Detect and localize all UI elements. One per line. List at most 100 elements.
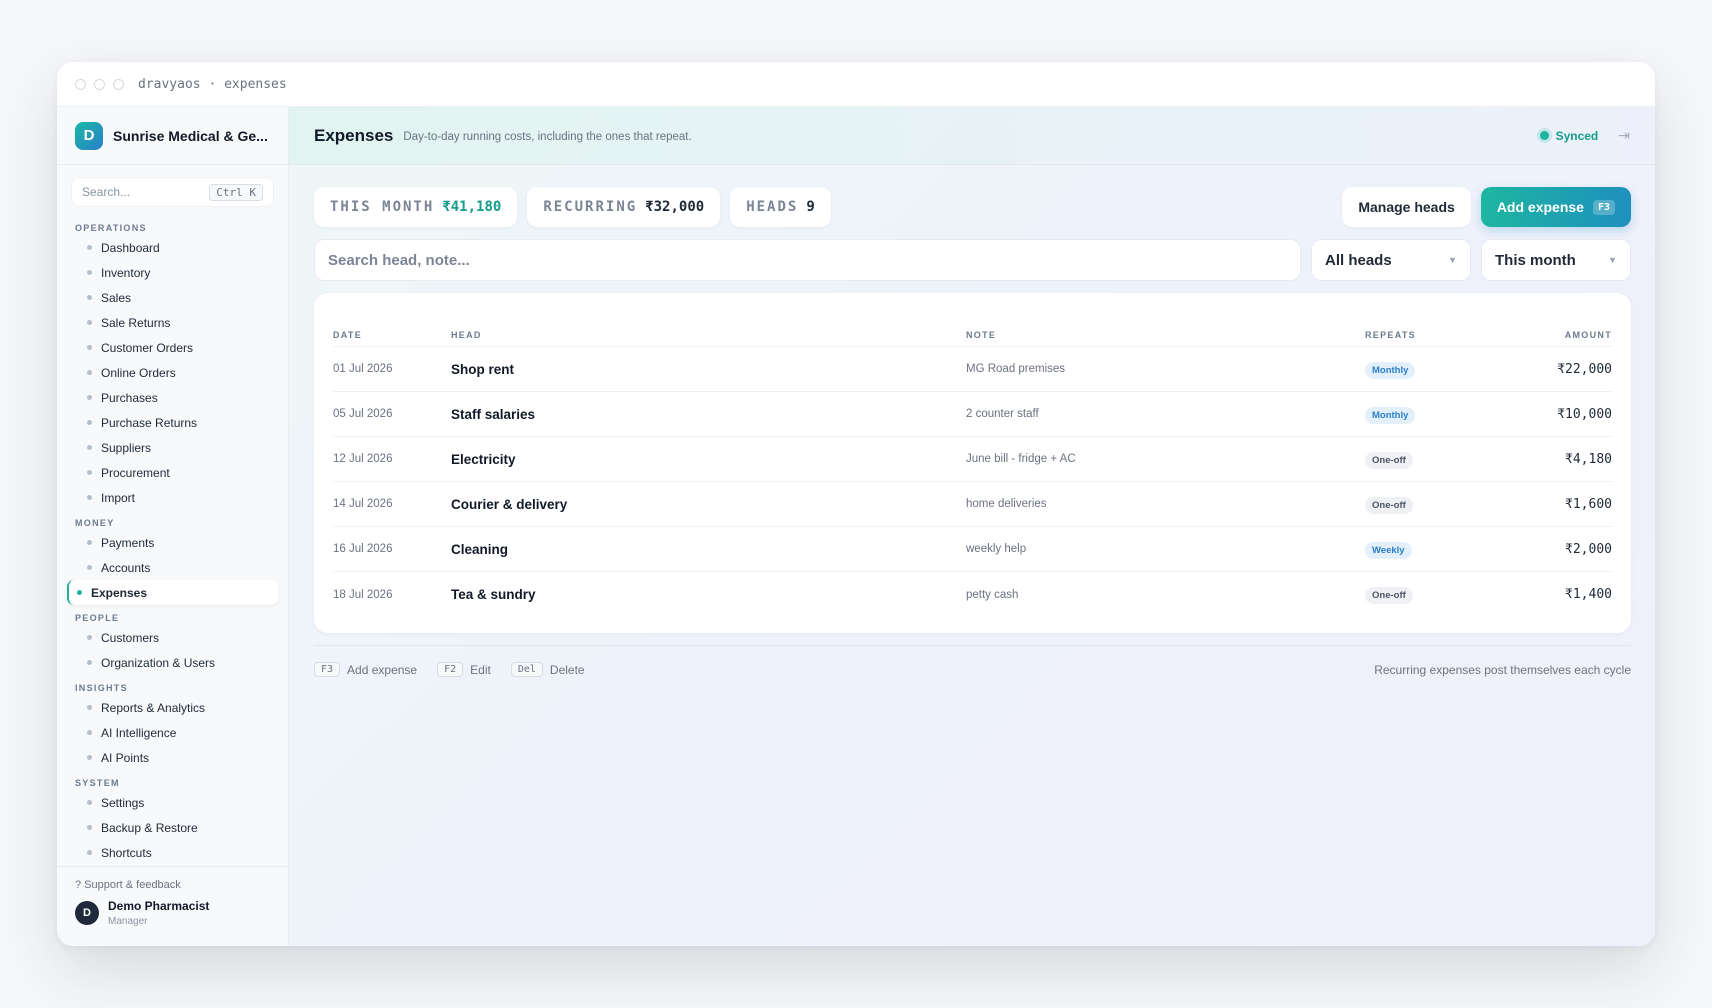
main-content: Expenses Day-to-day running costs, inclu… — [289, 107, 1655, 946]
stat-heads-label: HEADS — [746, 199, 799, 215]
sidebar-item-customers[interactable]: Customers — [67, 625, 278, 650]
expense-note: home deliveries — [966, 498, 1047, 510]
repeats-badge: Weekly — [1365, 541, 1412, 559]
table-row[interactable]: 14 Jul 2026 Courier & delivery home delive… — [333, 482, 1612, 527]
add-expense-button[interactable]: Add expense F3 — [1480, 187, 1631, 227]
expense-date: 14 Jul 2026 — [333, 498, 393, 510]
bullet-icon — [87, 420, 92, 425]
sidebar-item-online-orders[interactable]: Online Orders — [67, 360, 278, 385]
sidebar-item-purchase-returns[interactable]: Purchase Returns — [67, 410, 278, 435]
shortcut-label: Add expense — [347, 662, 418, 677]
column-header-repeats[interactable]: REPEATS — [1365, 330, 1515, 340]
expense-amount: ₹1,400 — [1565, 587, 1612, 602]
repeats-cell: One-off — [1365, 450, 1515, 469]
sidebar-item-label: Procurement — [101, 465, 170, 480]
window-close-dot[interactable] — [75, 78, 86, 90]
stat-this-month-label: THIS MONTH — [330, 199, 435, 215]
shortcut-hint-edit: F2 Edit — [437, 662, 491, 677]
bullet-icon — [87, 660, 92, 665]
user-profile[interactable]: D Demo Pharmacist Manager — [75, 899, 270, 927]
sidebar-search[interactable]: Search... Ctrl K — [71, 177, 274, 207]
sidebar-item-label: Purchases — [101, 390, 158, 405]
sidebar-item-purchases[interactable]: Purchases — [67, 385, 278, 410]
stat-recurring-value: ₹32,000 — [645, 199, 705, 215]
sidebar-item-import[interactable]: Import — [67, 485, 278, 510]
sidebar-item-dashboard[interactable]: Dashboard — [67, 235, 278, 260]
window-minimize-dot[interactable] — [94, 78, 105, 90]
window-title: dravyaos · expenses — [138, 76, 287, 92]
sidebar: D Sunrise Medical & Ge... Search... Ctrl… — [57, 107, 289, 946]
sidebar-item-ai-intelligence[interactable]: AI Intelligence — [67, 720, 278, 745]
sidebar-item-backup-and-restore[interactable]: Backup & Restore — [67, 815, 278, 840]
sidebar-item-customer-orders[interactable]: Customer Orders — [67, 335, 278, 360]
table-row[interactable]: 01 Jul 2026 Shop rent MG Road premises Mont… — [333, 347, 1612, 392]
manage-heads-button[interactable]: Manage heads — [1342, 187, 1471, 227]
table-body: 01 Jul 2026 Shop rent MG Road premises Mont… — [333, 347, 1612, 617]
page-subtitle: Day-to-day running costs, including the … — [403, 130, 692, 143]
column-header-date[interactable]: DATE — [333, 330, 451, 340]
expense-note: 2 counter staff — [966, 408, 1039, 420]
sidebar-item-procurement[interactable]: Procurement — [67, 460, 278, 485]
sync-status-label: Synced — [1555, 128, 1599, 143]
repeats-badge: Monthly — [1365, 361, 1416, 379]
chevron-down-icon: ▼ — [1608, 255, 1617, 265]
sidebar-item-sales[interactable]: Sales — [67, 285, 278, 310]
table-row[interactable]: 05 Jul 2026 Staff salaries 2 counter staff… — [333, 392, 1612, 437]
shortcut-label: Delete — [549, 662, 585, 677]
expense-amount: ₹10,000 — [1557, 406, 1612, 422]
sidebar-item-suppliers[interactable]: Suppliers — [67, 435, 278, 460]
heads-filter-select[interactable]: All heads ▼ — [1311, 239, 1471, 281]
expense-head: Tea & sundry — [451, 587, 536, 602]
nav-section-operations: OPERATIONS — [75, 223, 147, 233]
table-row[interactable]: 12 Jul 2026 Electricity June bill - fridge… — [333, 437, 1612, 482]
expense-note: weekly help — [966, 543, 1027, 555]
expense-search-input[interactable]: Search head, note... — [314, 239, 1301, 281]
brand: D Sunrise Medical & Ge... — [57, 107, 288, 165]
window-maximize-dot[interactable] — [113, 78, 124, 90]
period-filter-select[interactable]: This month ▼ — [1481, 239, 1631, 281]
expense-head: Electricity — [451, 451, 516, 467]
sidebar-item-settings[interactable]: Settings — [67, 790, 278, 815]
add-expense-label: Add expense — [1496, 199, 1584, 215]
sidebar-item-label: Payments — [101, 535, 155, 550]
user-role: Manager — [108, 916, 148, 927]
footer-note: Recurring expenses post themselves each … — [1374, 662, 1631, 677]
sidebar-item-shortcuts[interactable]: Shortcuts — [67, 840, 278, 865]
bullet-icon — [87, 395, 92, 400]
sidebar-item-ai-points[interactable]: AI Points — [67, 745, 278, 770]
column-header-head[interactable]: HEAD — [451, 330, 966, 340]
column-header-note[interactable]: NOTE — [966, 330, 1365, 340]
table-row[interactable]: 18 Jul 2026 Tea & sundry petty cash One-off… — [333, 572, 1612, 617]
sidebar-item-label: Sales — [101, 290, 132, 305]
support-link[interactable]: ? Support & feedback — [75, 879, 270, 891]
bullet-icon — [87, 755, 92, 760]
sidebar-item-payments[interactable]: Payments — [67, 530, 278, 555]
expense-amount: ₹22,000 — [1557, 361, 1612, 377]
sidebar-item-label: Customers — [101, 630, 160, 645]
sidebar-item-organization-and-users[interactable]: Organization & Users — [67, 650, 278, 675]
column-header-amount[interactable]: AMOUNT — [1515, 330, 1612, 340]
bullet-icon — [87, 370, 92, 375]
expense-head: Shop rent — [451, 361, 514, 377]
sidebar-item-label: Import — [101, 490, 136, 505]
expense-head: Staff salaries — [451, 406, 536, 422]
sidebar-item-reports-and-analytics[interactable]: Reports & Analytics — [67, 695, 278, 720]
stat-this-month-value: ₹41,180 — [442, 199, 502, 215]
repeats-badge: Monthly — [1365, 406, 1416, 424]
shortcut-hint-delete: Del Delete — [510, 662, 585, 677]
repeats-cell: Weekly — [1365, 540, 1515, 559]
logout-icon[interactable]: ⇥ — [1618, 127, 1630, 144]
sidebar-item-label: Sale Returns — [101, 315, 171, 330]
sidebar-item-label: AI Points — [101, 750, 150, 765]
add-expense-shortcut: F3 — [1592, 199, 1615, 215]
sidebar-item-accounts[interactable]: Accounts — [67, 555, 278, 580]
sidebar-item-label: Customer Orders — [101, 340, 194, 355]
sidebar-item-inventory[interactable]: Inventory — [67, 260, 278, 285]
sidebar-item-sale-returns[interactable]: Sale Returns — [67, 310, 278, 335]
page-title: Expenses — [314, 125, 394, 145]
sidebar-nav: OPERATIONS Dashboard Inventory Sales Sale Re… — [57, 213, 288, 865]
repeats-badge: One-off — [1365, 496, 1413, 514]
sidebar-item-expenses[interactable]: Expenses — [67, 580, 278, 605]
bullet-icon — [87, 850, 92, 855]
table-row[interactable]: 16 Jul 2026 Cleaning weekly help Weekly ₹2,0… — [333, 527, 1612, 572]
